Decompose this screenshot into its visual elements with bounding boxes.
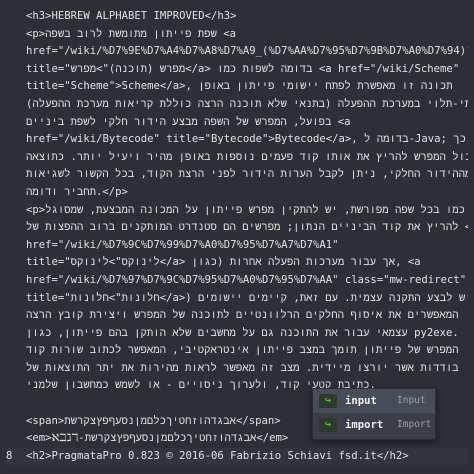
code-line[interactable]: title="לינוקס">לינוקס</a> אך עבור מערכות… [6,254,468,272]
code-text[interactable]: <h2>PragmataPro 0.823 © 2016-06 Fabrizio… [26,448,468,466]
code-text[interactable]: href="/wiki/%D7%9C%D7%99%D7%A0%D7%95%D7%… [26,237,468,255]
code-line[interactable]: מההידור החלקי, ניתן לקבל הערות הידור לפנ… [6,166,468,184]
code-line[interactable]: title="Scheme">Scheme</a>, תכונה זו מאפש… [6,78,468,96]
code-text[interactable]: href="/wiki/%D7%97%D7%9C%D7%95%D7%A0%D7%… [26,272,468,290]
autocomplete-hint: Input [397,395,426,406]
code-line[interactable]: <p>כמו בכל שפה מפורשת, יש להתקין מפרש פי… [6,202,468,220]
code-line[interactable]: עצמאי עבור את התוכנה גם על מחשבים שלא הו… [6,325,468,343]
autocomplete-item-input[interactable]: ↪ input Input [313,389,435,413]
code-line[interactable]: href="/wiki/%D7%9C%D7%99%D7%A0%D7%95%D7%… [6,237,468,255]
code-text[interactable]: המפרש של פייתון תומך במצב פייתון אינטראק… [26,342,468,360]
code-text[interactable]: (בלתי-תלוי במערכת ההפעלה (בתנאי שלא תוכנ… [26,96,468,114]
code-text[interactable]: <p>כמו בכל שפה מפורשת, יש להתקין מפרש פי… [26,202,468,220]
snippet-icon: ↪ [319,394,337,408]
code-text[interactable]: href="/wiki/%D7%9E%D7%A4%D7%A8%D7%A9_(%D… [26,43,468,61]
autocomplete-hint: Import [397,419,432,430]
autocomplete-word: input [345,395,377,407]
line-number: 8 [6,449,13,462]
code-line[interactable]: להריץ את קוד הביניים הנתון; מפרשים הם סט… [6,219,468,237]
autocomplete-item-import[interactable]: ↪ import Import [313,413,435,437]
code-text[interactable]: בפועל, המפרש של השפה מבצע הידור חלקי לשפ… [26,114,468,132]
autocomplete-word: import [345,419,384,431]
code-text[interactable]: בודדות אשר יורצו מיידית. מצב זה מאפשר לר… [26,360,468,378]
code-text[interactable]: title="Scheme">Scheme</a>, תכונה זו מאפש… [26,78,468,96]
code-line[interactable]: המפרש של פייתון תומך במצב פייתון אינטראק… [6,342,468,360]
code-text[interactable]: title="מפרש (תוכנה)">מפרש</a> בדומה לשפו… [26,61,468,79]
code-text[interactable]: להריץ את קוד הביניים הנתון; מפרשים הם סט… [26,219,468,237]
autocomplete-popup[interactable]: ↪ input Input ↪ import Import [312,388,436,440]
code-text[interactable]: <h3>HEBREW ALPHABET IMPROVED</h3> [26,8,468,26]
code-text[interactable]: <p>שפת פייתון מתומשת לרוב בשפה <a [26,26,468,44]
code-line[interactable]: title="מפרש (תוכנה)">מפרש</a> בדומה לשפו… [6,61,468,79]
code-line[interactable]: בפועל, המפרש של השפה מבצע הידור חלקי לשפ… [6,114,468,132]
code-text[interactable]: title="חלונות">חלונות</a>) יש לבצע התקנה… [26,290,468,308]
code-line[interactable]: יכול המפרש להריץ את אותו קוד פעמים נוספו… [6,149,468,167]
code-line[interactable]: title="חלונות">חלונות</a>) יש לבצע התקנה… [6,290,468,308]
code-line[interactable]: תחביר ודומה.</p> [6,184,468,202]
code-text[interactable]: title="לינוקס">לינוקס</a> אך עבור מערכות… [26,254,468,272]
code-line[interactable]: href="/wiki/Bytecode" title="Bytecode">B… [6,131,468,149]
code-text[interactable]: href="/wiki/Bytecode" title="Bytecode">B… [26,131,468,149]
code-line[interactable]: (בלתי-תלוי במערכת ההפעלה (בתנאי שלא תוכנ… [6,96,468,114]
code-text[interactable]: יכול המפרש להריץ את אותו קוד פעמים נוספו… [26,149,468,167]
code-line[interactable]: בודדות אשר יורצו מיידית. מצב זה מאפשר לר… [6,360,468,378]
code-line[interactable]: המאפשרים את איסוף החלקים הרלוונטיים לתוכ… [6,307,468,325]
code-text[interactable]: תחביר ודומה.</p> [26,184,468,202]
code-text[interactable]: עצמאי עבור את התוכנה גם על מחשבים שלא הו… [26,325,468,343]
code-text[interactable]: המאפשרים את איסוף החלקים הרלוונטיים לתוכ… [26,307,468,325]
code-line[interactable]: href="/wiki/%D7%9E%D7%A4%D7%A8%D7%A9_(%D… [6,43,468,61]
code-line[interactable]: href="/wiki/%D7%97%D7%9C%D7%95%D7%A0%D7%… [6,272,468,290]
code-line[interactable]: <h3>HEBREW ALPHABET IMPROVED</h3> [6,8,468,26]
code-line[interactable]: 8 <h2>PragmataPro 0.823 © 2016-06 Fabrizi… [6,447,468,466]
code-line[interactable]: <p>שפת פייתון מתומשת לרוב בשפה <a [6,26,468,44]
code-text[interactable]: מההידור החלקי, ניתן לקבל הערות הידור לפנ… [26,166,468,184]
snippet-icon: ↪ [319,418,337,432]
